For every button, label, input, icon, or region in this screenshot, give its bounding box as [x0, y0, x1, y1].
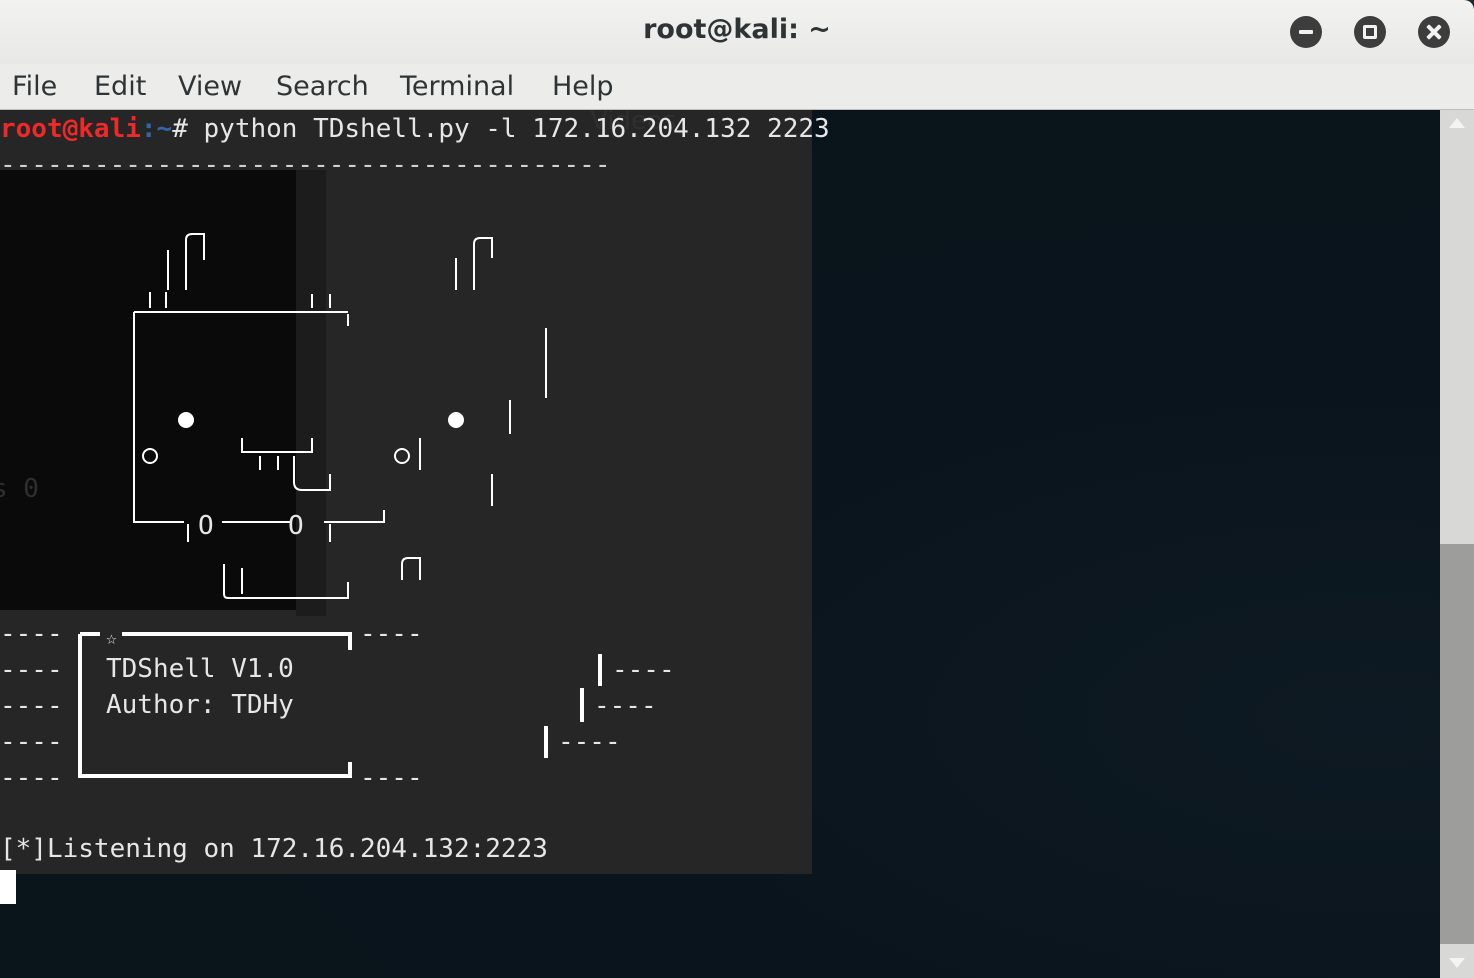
minimize-icon: [1299, 30, 1313, 34]
scroll-up-arrow-icon[interactable]: [1449, 118, 1465, 128]
svg-text:----: ----: [612, 655, 675, 685]
minimize-button[interactable]: [1290, 16, 1322, 48]
banner-name: TDShell V1.0: [106, 654, 294, 684]
menu-bar: File Edit View Search Terminal Help: [0, 64, 1474, 110]
window-title: root@kali: ~: [643, 14, 831, 45]
menu-file[interactable]: File: [12, 71, 57, 102]
svg-text:----: ----: [0, 655, 63, 685]
menu-help[interactable]: Help: [552, 71, 614, 102]
menu-terminal[interactable]: Terminal: [400, 71, 514, 102]
menu-view[interactable]: View: [178, 71, 242, 102]
svg-text:----: ----: [0, 619, 63, 649]
svg-text:----: ----: [360, 763, 423, 793]
maximize-button[interactable]: [1354, 16, 1386, 48]
vertical-scrollbar[interactable]: [1440, 110, 1474, 978]
terminal-output[interactable]: Videos s 0 root@kali:~# python TDshell.p…: [0, 110, 1440, 978]
close-button[interactable]: [1418, 16, 1450, 48]
svg-text:----: ----: [0, 691, 63, 721]
svg-text:----: ----: [0, 763, 63, 793]
svg-text:----: ----: [594, 691, 657, 721]
svg-text:----: ----: [558, 727, 621, 757]
svg-text:----: ----: [0, 727, 63, 757]
menu-edit[interactable]: Edit: [94, 71, 146, 102]
maximize-icon: [1363, 25, 1377, 39]
svg-text:O: O: [288, 511, 304, 541]
ascii-art-tank: O O ☆ ---- ---- ---- ---- ---- ---- ----…: [0, 233, 675, 793]
title-bar[interactable]: root@kali: ~: [0, 0, 1474, 64]
status-line: [*]Listening on 172.16.204.132:2223: [0, 834, 548, 864]
terminal-cursor: [0, 870, 16, 904]
scroll-down-arrow-icon[interactable]: [1449, 958, 1465, 968]
menu-search[interactable]: Search: [276, 71, 369, 102]
svg-text:☆: ☆: [106, 628, 117, 649]
terminal-window: root@kali: ~ File Edit View Search Termi…: [0, 0, 1474, 978]
banner-author: Author: TDHy: [106, 690, 294, 720]
svg-text:----: ----: [360, 619, 423, 649]
close-icon: [1426, 24, 1442, 40]
scrollbar-thumb[interactable]: [1440, 544, 1474, 944]
svg-text:O: O: [198, 511, 214, 541]
